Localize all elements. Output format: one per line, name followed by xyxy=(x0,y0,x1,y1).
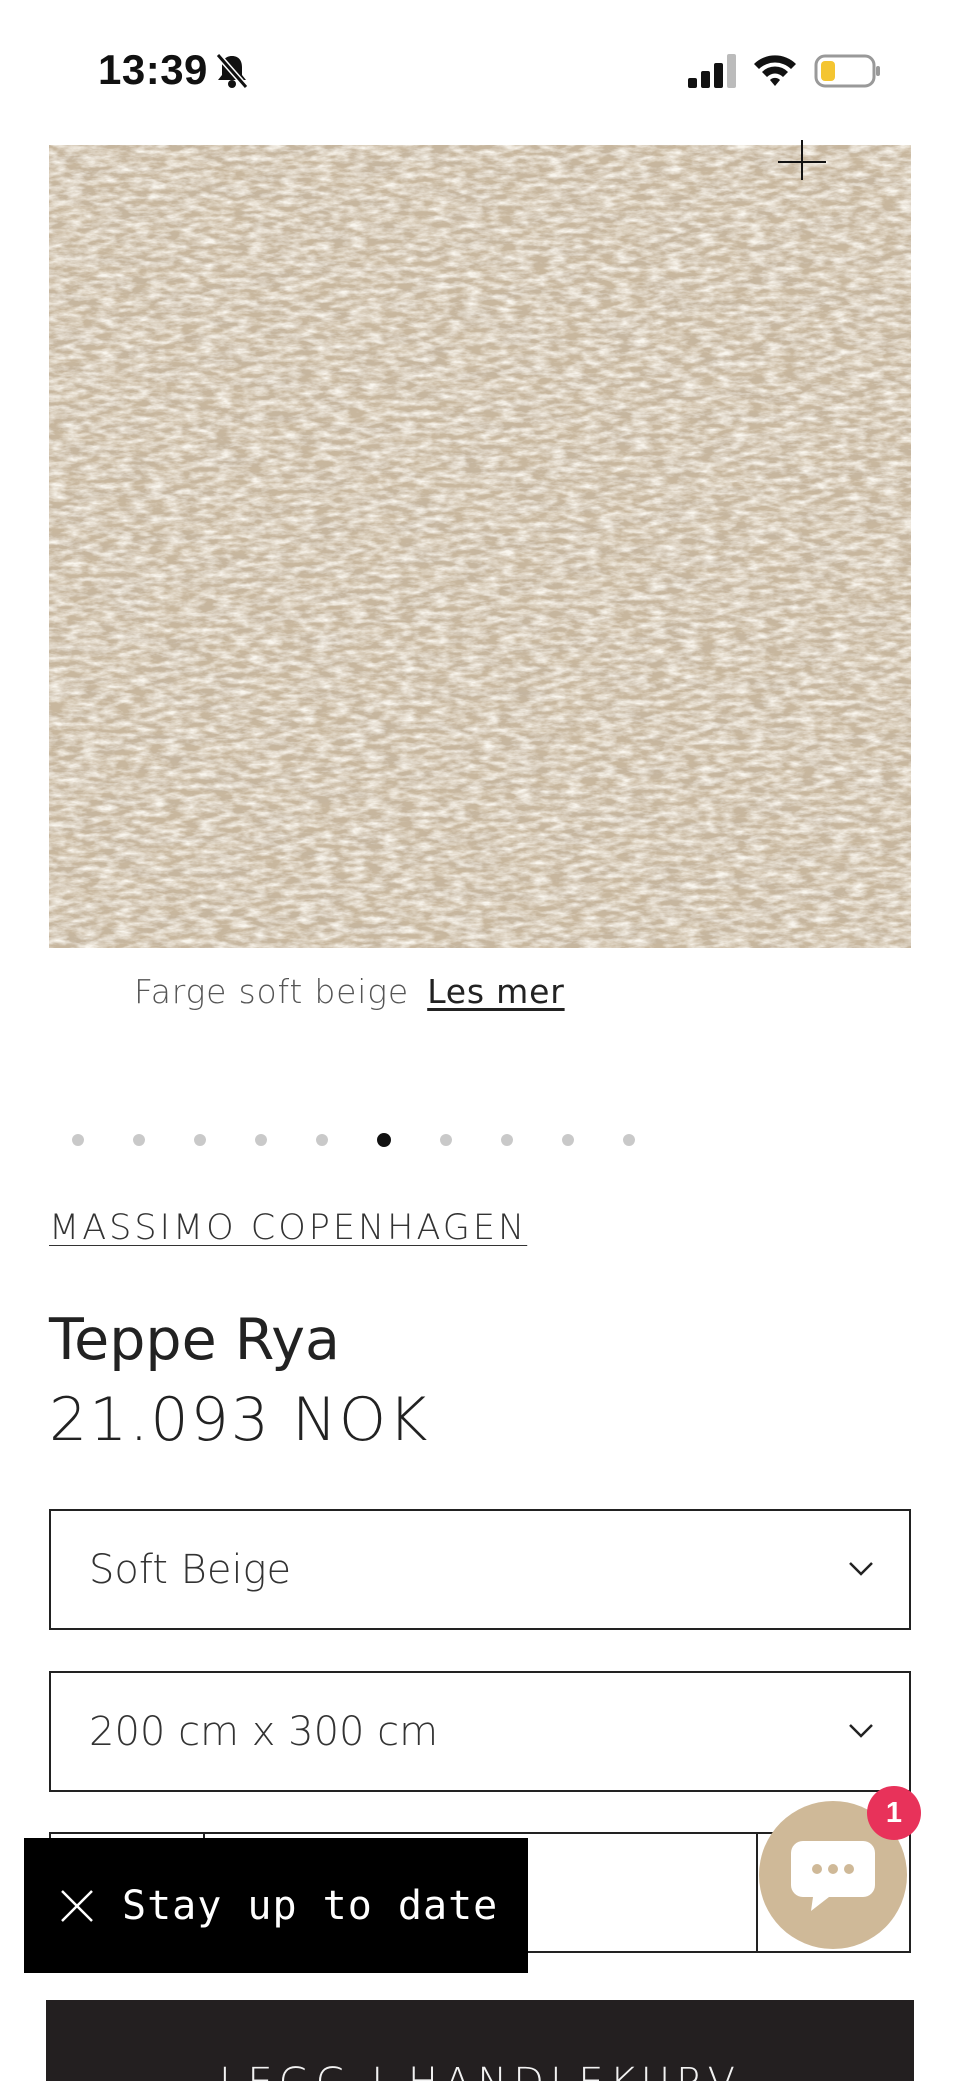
product-image[interactable] xyxy=(49,145,911,948)
status-bar: 13:39 xyxy=(0,0,960,140)
pagination-dot[interactable] xyxy=(440,1134,452,1146)
bell-slash-icon xyxy=(215,53,249,89)
close-icon[interactable] xyxy=(60,1889,94,1923)
cellular-signal-icon xyxy=(688,54,736,88)
quantity-divider xyxy=(756,1834,758,1951)
product-title: Teppe Rya xyxy=(49,1307,340,1373)
pagination-dot[interactable] xyxy=(501,1134,513,1146)
vendor-link[interactable]: MASSIMO COPENHAGEN xyxy=(49,1208,527,1248)
size-select[interactable]: 200 cm x 300 cm xyxy=(49,1671,911,1792)
color-select-value: Soft Beige xyxy=(89,1546,292,1593)
gallery-pagination xyxy=(72,1133,635,1147)
product-price: 21.093 NOK xyxy=(49,1385,430,1455)
read-more-link[interactable]: Les mer xyxy=(427,972,564,1011)
pagination-dot-active[interactable] xyxy=(377,1133,391,1147)
wifi-icon xyxy=(754,55,796,86)
status-time: 13:39 xyxy=(98,46,208,93)
image-caption: Farge soft beige Les mer xyxy=(134,972,565,1012)
size-select-value: 200 cm x 300 cm xyxy=(89,1708,439,1755)
newsletter-bar[interactable]: Stay up to date xyxy=(24,1838,528,1973)
pagination-dot[interactable] xyxy=(316,1134,328,1146)
chat-bubble-icon xyxy=(791,1841,875,1911)
battery-low-icon xyxy=(814,54,880,88)
pagination-dot[interactable] xyxy=(562,1134,574,1146)
chevron-down-icon xyxy=(849,1562,873,1576)
pagination-dot[interactable] xyxy=(72,1134,84,1146)
newsletter-label[interactable]: Stay up to date xyxy=(122,1883,498,1929)
pagination-dot[interactable] xyxy=(194,1134,206,1146)
add-to-cart-button[interactable]: LEGG I HANDLEKURV xyxy=(46,2000,914,2081)
color-select[interactable]: Soft Beige xyxy=(49,1509,911,1630)
caption-color-text: Farge soft beige xyxy=(134,972,409,1011)
zoom-plus-icon[interactable] xyxy=(776,140,828,184)
pagination-dot[interactable] xyxy=(133,1134,145,1146)
pagination-dot[interactable] xyxy=(255,1134,267,1146)
rug-texture-image xyxy=(49,145,911,948)
chevron-down-icon xyxy=(849,1724,873,1738)
pagination-dot[interactable] xyxy=(623,1134,635,1146)
chat-notification-badge: 1 xyxy=(867,1786,921,1840)
